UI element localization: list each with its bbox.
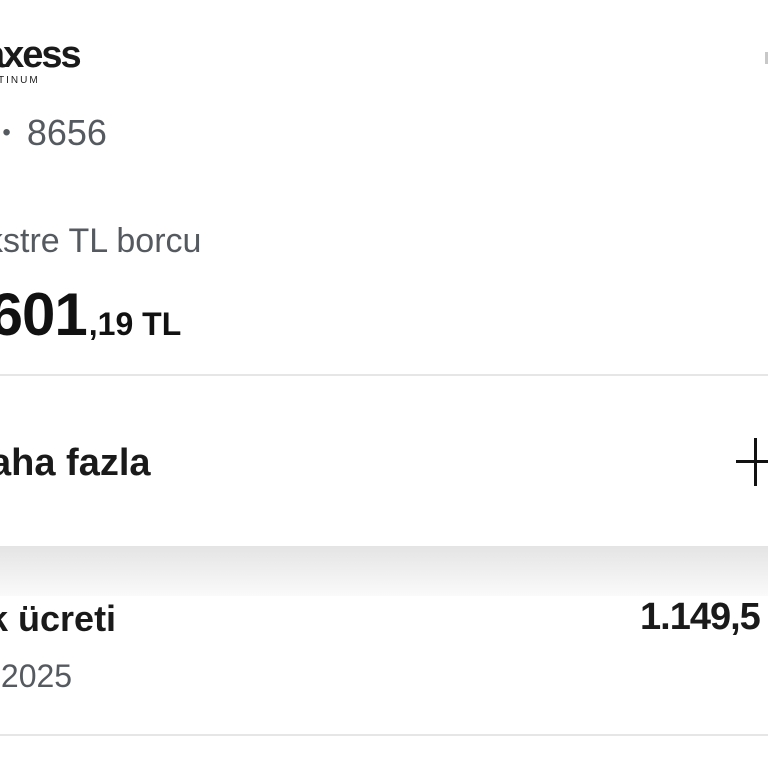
card-summary: axess TINUM •• 8656 kstre TL borcu .601 … (0, 0, 768, 375)
amount-cents: ,19 TL (88, 306, 182, 342)
show-more-label: aha fazla (0, 442, 151, 484)
statement-debt-label: kstre TL borcu (0, 222, 202, 260)
card-number: •• 8656 (0, 112, 107, 154)
transaction-title: k ücreti (0, 598, 117, 639)
transaction-amount: 1.149,5 (640, 596, 761, 638)
divider (0, 734, 768, 736)
statement-debt-amount: .601 ,19 TL (0, 280, 181, 349)
show-more-row[interactable]: aha fazla (0, 376, 768, 546)
brand-name: axess (0, 34, 82, 76)
card-brand-logo: axess TINUM (0, 34, 82, 86)
amount-main: .601 (0, 281, 88, 348)
plus-icon[interactable] (736, 438, 768, 486)
brand-tier: TINUM (0, 75, 40, 86)
transaction-date: .2025 (0, 658, 73, 694)
masked-digits: •• (0, 119, 13, 146)
card-last4: 8656 (26, 112, 107, 153)
